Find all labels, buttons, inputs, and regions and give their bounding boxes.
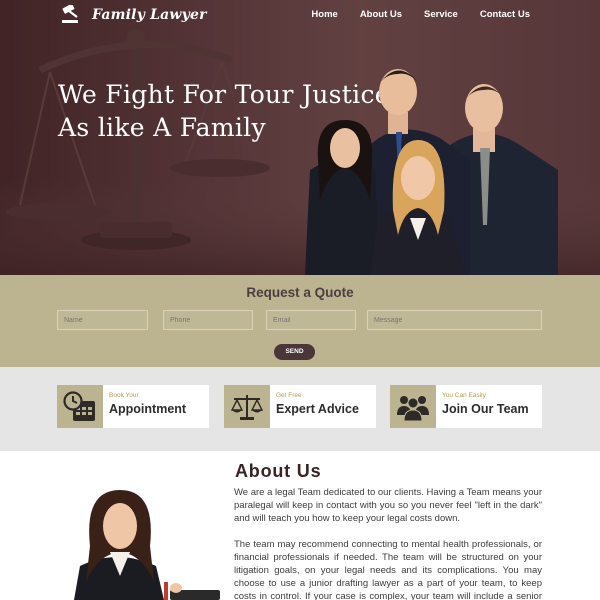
- about-title: About Us: [235, 461, 322, 481]
- service-card-expert-advice[interactable]: Get Free Expert Advice: [224, 385, 376, 428]
- service-icon-box: [390, 385, 436, 428]
- service-card-join-team[interactable]: You Can Easily Join Our Team: [390, 385, 542, 428]
- nav-about-us[interactable]: About Us: [360, 9, 402, 20]
- lawyer-portrait-photo: [74, 490, 220, 600]
- message-field[interactable]: [367, 310, 542, 330]
- service-text: You Can Easily Join Our Team: [436, 385, 529, 428]
- nav-service[interactable]: Service: [424, 9, 458, 20]
- brand-name: Family Lawyer: [92, 7, 207, 23]
- service-icon-box: [57, 385, 103, 428]
- service-subtitle: You Can Easily: [442, 392, 486, 399]
- calendar-clock-icon: [63, 390, 95, 421]
- brand-logo[interactable]: Family Lawyer: [60, 5, 207, 25]
- service-title: Join Our Team: [442, 402, 529, 416]
- about-paragraph-1: We are a legal Team dedicated to our cli…: [234, 487, 542, 524]
- service-title: Appointment: [109, 402, 187, 416]
- service-card-appointment[interactable]: Book Your Appointment: [57, 385, 209, 428]
- legal-team-photo: [305, 69, 558, 275]
- quote-title: Request a Quote: [246, 285, 354, 300]
- service-text: Get Free Expert Advice: [270, 385, 359, 428]
- send-button[interactable]: SEND: [274, 344, 315, 360]
- service-subtitle: Get Free: [276, 392, 302, 399]
- service-text: Book Your Appointment: [103, 385, 186, 428]
- name-field[interactable]: [57, 310, 148, 330]
- service-title: Expert Advice: [276, 402, 359, 416]
- top-navigation: Family Lawyer Home About Us Service Cont…: [0, 0, 600, 30]
- nav-home[interactable]: Home: [311, 9, 337, 20]
- nav-contact-us[interactable]: Contact Us: [480, 9, 530, 20]
- gavel-icon: [62, 5, 78, 23]
- email-field[interactable]: [266, 310, 356, 330]
- service-subtitle: Book Your: [109, 392, 139, 399]
- hero-banner: Family Lawyer Home About Us Service Cont…: [0, 0, 600, 275]
- scales-icon: [230, 394, 264, 420]
- service-icon-box: [224, 385, 270, 428]
- phone-field[interactable]: [163, 310, 253, 330]
- about-paragraph-2: The team may recommend connecting to men…: [234, 539, 542, 600]
- team-icon: [397, 395, 429, 421]
- nav-links: Home About Us Service Contact Us: [311, 9, 530, 20]
